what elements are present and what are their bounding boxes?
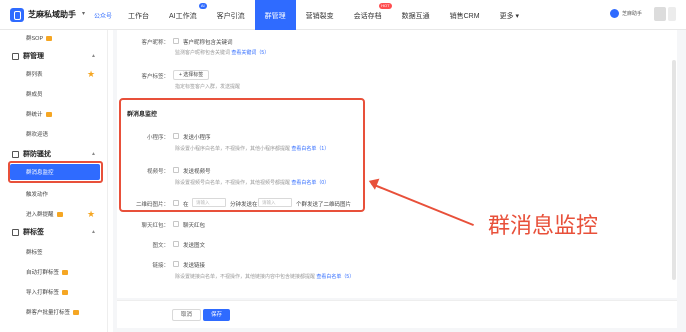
nav-customer-acquisition[interactable]: 客户引流 [207, 0, 255, 30]
annotation-label: 群消息监控 [488, 214, 599, 239]
sidebar: 群SOP 群管理 ▲ 群列表 ★ 群成员 群统计 群欢迎语 群防骚扰 ▲ 群消息监控 … [0, 30, 108, 332]
sidebar-item-group-welcome[interactable]: 群欢迎语 [0, 126, 108, 142]
top-bar: 芝麻私域助手 ▾ 公众号 工作台 AI工作流 AI 客户引流 群管理 营销裂变 会… [0, 0, 686, 30]
sidebar-item-group-members[interactable]: 群成员 [0, 86, 108, 102]
nav-badge: AI [198, 3, 207, 9]
user-name: 芝麻助手 [622, 11, 643, 17]
chevron-down-icon[interactable]: ▾ [82, 10, 85, 17]
chevron-up-icon: ▲ [91, 151, 96, 157]
select-tag-button[interactable]: + 选择标签 [173, 70, 210, 80]
star-icon: ★ [87, 68, 96, 79]
main-nav: 工作台 AI工作流 AI 客户引流 群管理 营销裂变 会话存档 HOT 数据互通 销… [118, 0, 529, 30]
link-checkbox[interactable] [173, 261, 179, 267]
group-icon [12, 52, 19, 60]
cancel-button[interactable]: 取消 [172, 309, 202, 321]
tags-hint: 指定标签客户入群，发送提醒 [175, 84, 241, 90]
nickname-label: 客户昵称： [141, 40, 169, 46]
nickname-option: 客户昵称包含关键词 [183, 40, 233, 46]
app-title: 芝麻私域助手 [28, 10, 76, 19]
link-option: 发送链接 [183, 263, 206, 269]
crown-icon [46, 35, 53, 41]
account-switch[interactable]: 公众号 [94, 11, 112, 20]
scrollbar[interactable] [672, 60, 676, 280]
nav-session-archive[interactable]: 会话存档 HOT [344, 0, 392, 30]
crown-icon [62, 289, 69, 295]
view-keywords-link[interactable]: 查看关键词（5） [231, 50, 269, 56]
nav-marketing[interactable]: 营销裂变 [296, 0, 344, 30]
sidebar-item-group-stats[interactable]: 群统计 [0, 106, 108, 122]
chevron-up-icon: ▲ [91, 229, 96, 235]
redpacket-option: 聊天红包 [183, 223, 206, 229]
crown-icon [73, 309, 80, 315]
tag-icon [12, 228, 19, 236]
sidebar-item-join-reminder[interactable]: 进入群提醒 ★ [0, 206, 108, 222]
save-button[interactable]: 保存 [203, 309, 231, 321]
sidebar-group-anti-harassment[interactable]: 群防骚扰 ▲ [0, 146, 108, 162]
sidebar-item-auto-tag[interactable]: 自动打群标签 [0, 264, 108, 280]
sidebar-item-group-sop[interactable]: 群SOP [0, 30, 108, 46]
nav-group-management[interactable]: 群管理 [254, 0, 296, 30]
monitor-highlight-box [119, 98, 365, 212]
link-hint: 除设置链接白名单，不视操作，其他链接内容中包含链接都提醒 查看白名单（5） [175, 274, 355, 280]
nav-sales-crm[interactable]: 销售CRM [440, 0, 490, 30]
hot-badge: HOT [379, 3, 392, 9]
sidebar-group-group-tags[interactable]: 群标签 ▲ [0, 224, 108, 240]
crown-icon [62, 269, 69, 275]
app-logo-icon [10, 8, 24, 22]
image-text-label: 图文： [152, 243, 169, 249]
sidebar-item-trigger-action[interactable]: 触发动作 [0, 186, 108, 202]
sidebar-group-group-management[interactable]: 群管理 ▲ [0, 48, 108, 64]
sidebar-item-batch-tag[interactable]: 群客户批量打标签 [0, 304, 108, 320]
highlight-box [8, 161, 103, 183]
link-label: 链接： [152, 263, 169, 269]
sidebar-item-import-tag[interactable]: 导入打群标签 [0, 284, 108, 300]
user-menu[interactable]: 芝麻助手 [610, 9, 642, 18]
redpacket-checkbox[interactable] [173, 221, 179, 227]
sidebar-item-group-list[interactable]: 群列表 ★ [0, 66, 108, 82]
image-text-option: 发送图文 [183, 243, 206, 249]
shield-icon [12, 150, 19, 158]
crown-icon [56, 211, 63, 217]
redpacket-label: 聊天红包： [141, 223, 169, 229]
avatar-secondary [668, 7, 676, 21]
nav-more[interactable]: 更多 ▾ [490, 0, 529, 30]
chevron-up-icon: ▲ [91, 53, 96, 59]
nickname-hint: 监测客户昵称包含关键词 查看关键词（5） [175, 50, 270, 56]
avatar[interactable] [654, 7, 666, 21]
star-icon: ★ [87, 208, 96, 219]
nav-workbench[interactable]: 工作台 [118, 0, 159, 30]
link-whitelist-link[interactable]: 查看白名单（5） [316, 274, 354, 280]
nav-data-sync[interactable]: 数据互通 [392, 0, 440, 30]
form-footer: 取消 保存 [117, 300, 677, 328]
sidebar-item-group-tags[interactable]: 群标签 [0, 244, 108, 260]
image-text-checkbox[interactable] [173, 241, 179, 247]
user-icon [610, 9, 619, 18]
tags-label: 客户标签： [141, 74, 169, 80]
crown-icon [45, 111, 52, 117]
nav-ai-workflow[interactable]: AI工作流 AI [159, 0, 207, 30]
nickname-checkbox[interactable] [173, 38, 179, 44]
